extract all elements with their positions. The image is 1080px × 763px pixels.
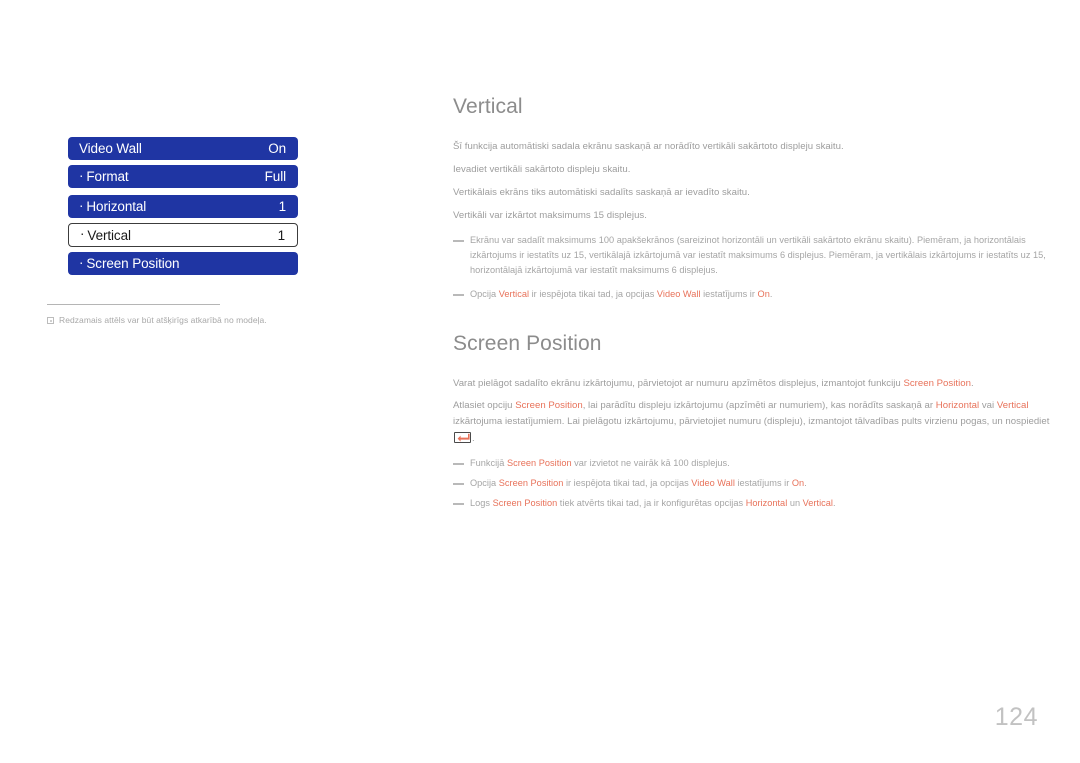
- highlighted-term: Vertical: [996, 399, 1029, 411]
- highlighted-term: Horizontal: [745, 498, 788, 509]
- highlighted-term: Screen Position: [515, 399, 583, 411]
- figure-note-divider: [47, 304, 220, 305]
- dash-bullet-icon: [453, 233, 465, 242]
- highlighted-term: On: [757, 289, 770, 300]
- body-line: Šī funkcija automātiski sadala ekrānu sa…: [453, 141, 844, 152]
- text-run: ir iespējota tikai tad, ja opcijas: [563, 478, 692, 489]
- enter-key-icon: [454, 431, 471, 443]
- figure-note: Redzamais attēls var būt atšķirīgs atkar…: [47, 315, 347, 325]
- bullet-icon: ·: [80, 226, 85, 242]
- note-item: Opcija Vertical ir iespējota tikai tad, …: [453, 287, 1053, 302]
- osd-item-label: Video Wall: [79, 141, 142, 156]
- note-item: Ekrānu var sadalīt maksimums 100 apakšek…: [453, 233, 1053, 278]
- text-run: iestatījums ir: [734, 478, 792, 489]
- text-run: .: [970, 378, 974, 390]
- highlighted-term: Screen Position: [903, 378, 971, 390]
- text-run: Funkcijā: [470, 458, 507, 469]
- text-run: Atlasiet opciju: [453, 399, 516, 411]
- osd-item-value: 1: [278, 199, 287, 214]
- text-run: .: [804, 478, 807, 489]
- highlighted-term: Horizontal: [935, 399, 980, 411]
- text-run: .: [769, 289, 773, 300]
- osd-item-label: Horizontal: [86, 199, 147, 214]
- osd-menu-item-format[interactable]: · Format Full: [68, 165, 298, 188]
- dash-bullet-icon: [453, 496, 465, 505]
- highlighted-term: Video Wall: [656, 289, 701, 300]
- note-list: Ekrānu var sadalīt maksimums 100 apakšek…: [453, 233, 1053, 302]
- text-run: Opcija: [470, 478, 499, 489]
- highlighted-term: On: [791, 478, 805, 489]
- osd-menu-item-horizontal[interactable]: · Horizontal 1: [68, 195, 298, 218]
- text-run: un: [787, 498, 803, 509]
- osd-item-label: Vertical: [87, 227, 131, 243]
- note-item: Funkcijā Screen Position var izvietot ne…: [453, 456, 1053, 471]
- page-number: 124: [994, 703, 1038, 731]
- text-run: Varat pielāgot sadalīto ekrānu izkārtoju…: [453, 378, 904, 390]
- highlighted-term: Video Wall: [691, 478, 735, 489]
- body-paragraph: Varat pielāgot sadalīto ekrānu izkārtoju…: [453, 376, 1053, 392]
- note-item: Logs Screen Position tiek atvērts tikai …: [453, 496, 1053, 511]
- osd-menu-item-video-wall[interactable]: Video Wall On: [68, 137, 298, 160]
- highlighted-term: Screen Position: [498, 478, 564, 489]
- text-run: .: [472, 432, 475, 444]
- osd-item-label: Screen Position: [86, 256, 180, 271]
- dash-bullet-icon: [453, 456, 465, 465]
- text-run: ir iespējota tikai tad, ja opcijas: [529, 289, 657, 300]
- document-body: Vertical Šī funkcija automātiski sadala e…: [453, 95, 1053, 516]
- osd-menu-item-screen-position[interactable]: · Screen Position: [68, 252, 298, 275]
- text-run: .: [832, 498, 836, 509]
- text-run: tiek atvērts tikai tad, ja ir konfigurēt…: [557, 498, 746, 509]
- body-line: Ievadiet vertikāli sakārtoto displeju sk…: [453, 163, 631, 175]
- section-heading: Screen Position: [453, 332, 602, 356]
- text-run: vai: [979, 399, 997, 411]
- section-heading: Vertical: [453, 95, 523, 118]
- bullet-icon: ·: [79, 197, 84, 213]
- text-run: , lai parādītu displeju izkārtojumu (apz…: [582, 399, 936, 411]
- highlighted-term: Screen Position: [506, 458, 572, 469]
- osd-item-value: 1: [277, 227, 286, 243]
- text-run: Opcija: [470, 289, 499, 300]
- highlighted-term: Vertical: [802, 498, 833, 509]
- note-list: Funkcijā Screen Position var izvietot ne…: [453, 456, 1053, 511]
- osd-menu: Video Wall On · Format Full · Horizontal 1 · Vert…: [68, 137, 298, 280]
- text-run: Ekrānu var sadalīt maksimums 100 apakšek…: [470, 235, 1046, 276]
- text-run: iestatījums ir: [700, 289, 758, 300]
- highlighted-term: Screen Position: [492, 498, 558, 509]
- bullet-icon: ·: [79, 167, 84, 183]
- body-line: Vertikālais ekrāns tiks automātiski sada…: [453, 186, 750, 198]
- text-run: izkārtojuma iestatījumiem. Lai pielāgotu…: [453, 415, 1050, 427]
- osd-menu-item-vertical[interactable]: · Vertical 1: [68, 223, 298, 247]
- dash-bullet-icon: [453, 476, 465, 485]
- osd-item-label: Format: [86, 169, 129, 184]
- highlighted-term: Vertical: [498, 289, 530, 300]
- text-run: var izvietot ne vairāk kā 100 displejus.: [571, 458, 730, 469]
- dash-bullet-icon: [453, 287, 465, 296]
- osd-item-value: On: [268, 141, 286, 156]
- text-run: Logs: [470, 498, 493, 509]
- note-item: Opcija Screen Position ir iespējota tika…: [453, 476, 1053, 491]
- bullet-icon: ·: [79, 254, 84, 270]
- body-line: Vertikāli var izkārtot maksimums 15 disp…: [453, 209, 647, 221]
- osd-item-value: Full: [264, 169, 286, 184]
- figure-note-text: Redzamais attēls var būt atšķirīgs atkar…: [59, 315, 267, 325]
- body-paragraph: Atlasiet opciju Screen Position, lai par…: [453, 398, 1053, 446]
- note-marker-icon: [47, 317, 54, 324]
